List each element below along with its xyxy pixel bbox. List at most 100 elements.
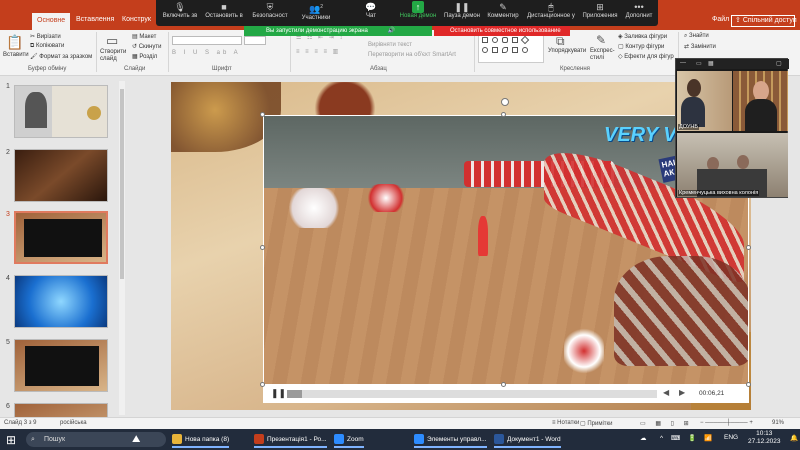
tab-insert[interactable]: Вставлення xyxy=(76,16,114,23)
zoom-apps-button[interactable]: ⊞ Приложения xyxy=(580,1,620,19)
circle-shape[interactable] xyxy=(482,47,488,53)
layout-button[interactable]: ▤ Макет xyxy=(132,33,156,40)
font-name-select[interactable] xyxy=(172,36,242,45)
view-icon[interactable]: ▭ xyxy=(696,60,702,67)
zoom-more-button[interactable]: ••• Дополнит xyxy=(622,1,656,19)
view-buttons[interactable]: ▭ ▦ ▯ ⊞ xyxy=(640,420,693,427)
smartart-button[interactable]: Перетворити на об'єкт SmartArt xyxy=(368,52,456,58)
font-size-select[interactable] xyxy=(244,36,266,45)
cut-button[interactable]: ✂ Вирізати xyxy=(30,33,61,40)
zoom-pause-share-label: Пауза демон xyxy=(444,13,480,19)
taskbar-app-explorer[interactable]: Нова папка (8) xyxy=(172,432,230,448)
resize-handle[interactable] xyxy=(746,382,751,387)
video-progress-bar[interactable] xyxy=(287,390,657,398)
taskbar-search[interactable]: ⌕ Пошук xyxy=(26,432,166,447)
weather-icon[interactable]: ☁ xyxy=(640,434,647,442)
clock[interactable]: 10:13 27.12.2023 xyxy=(748,430,781,446)
zoom-slider[interactable]: − ─────┼──── + xyxy=(700,420,753,426)
zoom-annotate-button[interactable]: ✎ Комментир xyxy=(484,1,522,19)
square-shape[interactable] xyxy=(492,47,498,53)
diamond-shape[interactable] xyxy=(520,35,530,45)
zoom-new-share-button[interactable]: ↑ Новая демон xyxy=(396,1,440,19)
paste-button[interactable]: Вставити xyxy=(3,52,29,58)
tab-design[interactable]: Конструк xyxy=(122,16,151,23)
find-button[interactable]: ⌕ Знайти xyxy=(684,33,709,40)
format-painter-button[interactable]: 🖌 Формат за зразком xyxy=(30,53,92,60)
resize-handle[interactable] xyxy=(501,382,506,387)
resize-handle[interactable] xyxy=(260,112,265,117)
quick-styles-button[interactable]: Експрес-стилі xyxy=(590,48,616,62)
align-text-button[interactable]: Вирівняти текст xyxy=(368,42,412,48)
frame-shape[interactable] xyxy=(512,47,518,53)
audio-icon[interactable]: 🔊 xyxy=(388,28,395,34)
taskbar-app-zoom[interactable]: Zoom xyxy=(334,432,364,448)
zoom-pause-share-button[interactable]: ❚❚ Пауза демон xyxy=(442,1,482,19)
language-tray[interactable]: ENG xyxy=(724,434,738,441)
share-button[interactable]: ⇪ Спільний доступ xyxy=(731,15,797,27)
shape-fill-button[interactable]: ◈ Заливка фігури xyxy=(618,33,667,40)
tab-file[interactable]: Файл xyxy=(712,16,729,23)
slide-thumbnail[interactable] xyxy=(14,149,108,202)
slide-thumbnail[interactable] xyxy=(14,275,108,328)
participant-tile[interactable] xyxy=(733,71,788,131)
windows-start-icon[interactable]: ⊞ xyxy=(6,432,16,448)
font-group-label: Шрифт xyxy=(212,66,232,72)
participant-person xyxy=(753,81,769,101)
pause-icon[interactable]: ❚❚ xyxy=(271,388,286,399)
slide-thumbnail-selected[interactable] xyxy=(14,211,108,264)
skip-icon[interactable]: ▶ xyxy=(679,388,685,397)
smiley-shape[interactable] xyxy=(522,47,528,53)
zoom-chat-button[interactable]: 💬 Чат xyxy=(356,1,386,19)
comments-button[interactable]: ▢ Примітки xyxy=(580,420,613,427)
new-slide-button[interactable]: Створити слайд xyxy=(100,49,128,63)
section-button[interactable]: ▦ Розділ xyxy=(132,53,157,60)
zoom-level[interactable]: 91% xyxy=(772,420,784,426)
tab-home[interactable]: Основне xyxy=(32,13,71,30)
zoom-security-button[interactable]: ⛨ Безопасност xyxy=(248,1,292,19)
rounded-rect-shape[interactable] xyxy=(502,37,508,43)
oval-shape[interactable] xyxy=(492,37,498,43)
language-indicator[interactable]: російська xyxy=(60,420,87,426)
slide-canvas[interactable]: VERY VK НАЦІОНАЛЬНИЙ АКАД ВЕРЬО ❚❚ ◀ ▶ 0… xyxy=(171,82,751,410)
shape-outline-button[interactable]: ▢ Контур фігури xyxy=(618,43,664,50)
slide-thumbnail[interactable] xyxy=(14,85,108,138)
zoom-remote-control-button[interactable]: 🖱 Дистанционное у xyxy=(524,1,578,19)
paragraph-align-buttons[interactable]: ≡ ≡ ≡ ≡ ▥ xyxy=(296,48,340,55)
taskbar-app-powerpoint[interactable]: Презентація1 - Ро... xyxy=(254,432,327,448)
grid-view-icon[interactable]: ▦ xyxy=(708,60,714,67)
participant-tile[interactable]: Кременчуцька виховна колонія xyxy=(677,133,788,197)
taskbar-app-zoom-controls[interactable]: Элементы управл... xyxy=(414,432,487,448)
scrollbar-thumb[interactable] xyxy=(120,89,124,279)
thumbnails-scrollbar[interactable] xyxy=(119,81,125,415)
slide-thumbnail[interactable] xyxy=(14,403,108,417)
zoom-mute-button[interactable]: 🎙 Включить зв xyxy=(158,1,202,19)
resize-handle[interactable] xyxy=(746,245,751,250)
window-icon[interactable]: ▢ xyxy=(776,60,782,67)
participant-tile[interactable]: ДОУНБ xyxy=(677,71,732,131)
stop-share-button[interactable]: Остановить совместное использование xyxy=(434,26,570,36)
notifications-icon[interactable]: 🔔 xyxy=(790,434,798,442)
minimize-icon[interactable]: — xyxy=(680,60,686,66)
zoom-stop-video-button[interactable]: ■ Остановить в xyxy=(202,1,246,19)
leaf-shape[interactable] xyxy=(502,47,508,53)
rectangle-shape[interactable] xyxy=(482,37,488,43)
tray-icons[interactable]: ^ ⌨ 🔋 📶 xyxy=(660,434,715,442)
resize-handle[interactable] xyxy=(260,382,265,387)
textbox-shape[interactable] xyxy=(512,37,518,43)
slide-thumbnail[interactable] xyxy=(14,339,108,392)
resize-handle[interactable] xyxy=(260,245,265,250)
resize-handle[interactable] xyxy=(501,112,506,117)
reset-button[interactable]: ↺ Скинути xyxy=(132,43,161,50)
replace-button[interactable]: ⇄ Замінити xyxy=(684,43,716,50)
notes-button[interactable]: ≡ Нотатки xyxy=(552,420,579,426)
shape-effects-button[interactable]: ◇ Ефекти для фігур xyxy=(618,53,674,60)
rotate-handle[interactable] xyxy=(501,98,509,106)
font-format-buttons[interactable]: B I U S ab A xyxy=(172,50,241,56)
soloist xyxy=(478,216,488,256)
taskbar-app-word[interactable]: Документ1 - Word xyxy=(494,432,561,448)
zoom-participants-button[interactable]: 👥2 Участники xyxy=(296,1,336,21)
arrange-button[interactable]: Упорядкувати xyxy=(548,48,586,54)
copy-button[interactable]: ⧉ Копіювати xyxy=(30,43,64,50)
shapes-gallery[interactable] xyxy=(478,33,544,63)
volume-icon[interactable]: ◀ xyxy=(663,388,669,397)
